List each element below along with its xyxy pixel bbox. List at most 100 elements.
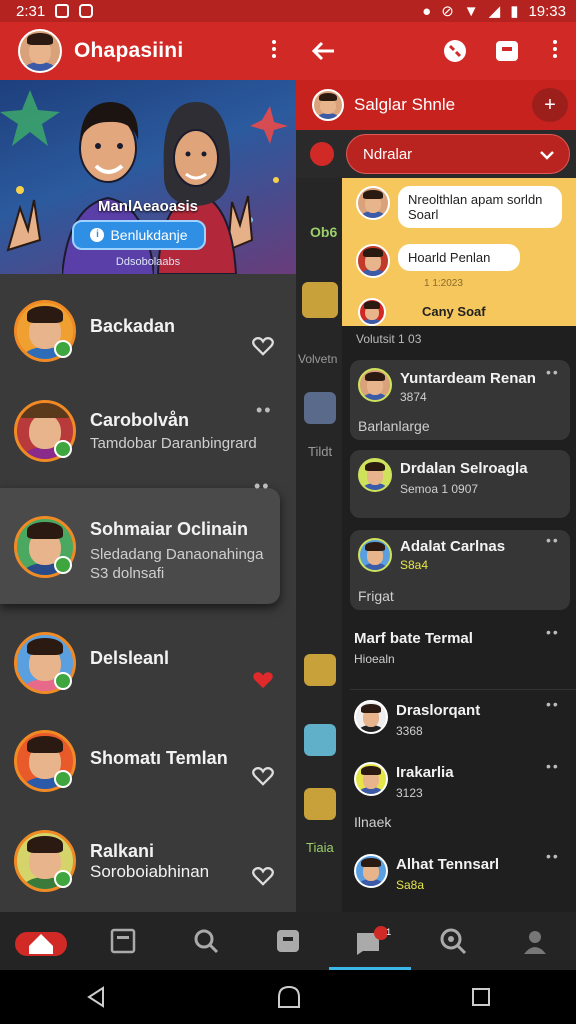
message-avatar <box>356 244 390 278</box>
conversation-item[interactable]: Marf bate Termal Hioealn •• <box>350 620 576 690</box>
favorite-outline-icon[interactable] <box>252 766 274 786</box>
nav-search[interactable] <box>165 912 247 970</box>
home-icon <box>15 932 68 956</box>
bottom-navigation: 1 <box>0 912 576 970</box>
profile-icon <box>523 931 546 954</box>
item-avatar <box>354 854 388 888</box>
filter-dropdown[interactable]: Ndralar <box>346 134 570 174</box>
lock-icon[interactable] <box>310 142 334 166</box>
conversation-card[interactable]: Drdalan Selroagla Semoa 1 0907 <box>350 450 570 518</box>
strip-label: Ob6 <box>310 224 338 240</box>
conversation-card[interactable]: Adalat Carlnas S8a4 Frigat •• <box>350 530 570 610</box>
card-extra: Barlanlarge <box>358 418 430 434</box>
add-member-button[interactable]: + <box>532 88 568 122</box>
favorite-outline-icon[interactable] <box>252 866 274 886</box>
banner-cta-button[interactable]: i Benlukdanje <box>72 220 206 250</box>
news-icon <box>111 928 136 954</box>
gallery-icon <box>55 4 70 18</box>
left-panel-title: Ohapasiini <box>74 39 184 62</box>
menu-kebab-icon[interactable] <box>272 40 276 61</box>
contact-item-selected[interactable]: Sohmaiar Oclinain Sledadang Danaonahinga… <box>0 512 296 582</box>
message-bubble[interactable]: Cany Soaf <box>412 298 524 325</box>
strip-label: Tildt <box>308 444 333 459</box>
highlighted-conversation[interactable]: Nreolthlan apam sorldn Soarl Hoarld Penl… <box>342 178 576 326</box>
contact-subtitle: Tamdobar Daranbingrard <box>90 435 257 452</box>
item-extra: Ilnaek <box>354 814 392 830</box>
saved-icon[interactable] <box>494 39 520 63</box>
contact-subtitle-2: S3 dolnsafi <box>90 564 165 582</box>
filter-dropdown-label: Ndralar <box>363 145 413 163</box>
chevron-down-icon <box>540 151 554 160</box>
contact-item[interactable]: Ralkani Soroboiabhinan <box>0 826 296 896</box>
nav-chat[interactable]: 1 <box>329 912 412 970</box>
nav-home[interactable] <box>0 912 82 970</box>
nav-explore[interactable] <box>411 912 493 970</box>
more-dots-icon[interactable]: •• <box>546 624 560 640</box>
search-icon <box>194 929 218 954</box>
conversation-item[interactable]: Draslorqant 3368 •• <box>350 692 576 754</box>
promo-banner[interactable]: ManlAeaoasis i Benlukdanje Ddsobolaabs <box>0 80 296 274</box>
nav-saved[interactable] <box>247 912 329 970</box>
contact-name: Shomatı Temlan <box>90 747 228 768</box>
right-panel: Salglar Shnle + Ndralar Ob6 Volvetn Tild… <box>296 22 576 912</box>
more-dots-icon[interactable]: •• <box>546 532 560 548</box>
contact-name: Ralkani <box>90 840 155 861</box>
contact-name: Sohmaiar Oclinain <box>90 518 249 539</box>
chat-avatar[interactable] <box>312 89 344 121</box>
message-bubble[interactable]: Hoarld Penlan <box>398 244 520 271</box>
more-dots-icon[interactable]: •• <box>256 400 273 421</box>
battery-icon: ▮ <box>510 3 519 20</box>
card-avatar <box>358 538 392 572</box>
chat-icon <box>357 925 388 955</box>
contact-item[interactable]: Backadan <box>0 296 296 366</box>
more-dots-icon[interactable]: •• <box>546 696 560 712</box>
more-dots-icon[interactable]: •• <box>546 848 560 864</box>
contact-item[interactable]: Carobolvån Tamdobar Daranbingrard •• <box>0 396 296 466</box>
favorite-outline-icon[interactable] <box>252 336 274 356</box>
nav-profile[interactable] <box>494 912 576 970</box>
online-status-icon <box>54 556 72 574</box>
card-avatar <box>358 458 392 492</box>
contact-item[interactable]: Shomatı Temlan <box>0 726 296 796</box>
favorite-filled-icon[interactable] <box>252 670 274 690</box>
card-subtitle: S8a4 <box>400 558 429 572</box>
do-not-disturb-icon: ⊘ <box>441 3 454 20</box>
back-arrow-icon[interactable] <box>310 40 336 62</box>
more-dots-icon[interactable]: •• <box>546 758 560 774</box>
message-time: 1 1:2023 <box>424 278 463 289</box>
profile-avatar[interactable] <box>18 29 62 73</box>
online-status-icon <box>54 440 72 458</box>
home-circle-icon[interactable] <box>277 985 301 1009</box>
more-dots-icon[interactable]: •• <box>546 364 560 380</box>
item-subtitle: Hioealn <box>354 652 395 666</box>
back-triangle-icon[interactable] <box>85 986 107 1008</box>
recents-square-icon[interactable] <box>471 987 491 1007</box>
online-status-icon <box>54 770 72 788</box>
contact-subtitle: Sledadang Danaonahinga <box>90 545 264 563</box>
conversation-card[interactable]: Yuntardeam Renan 3874 Barlanlarge •• <box>350 360 570 440</box>
strip-avatar[interactable] <box>304 392 336 424</box>
menu-kebab-icon[interactable] <box>553 40 557 61</box>
strip-avatar[interactable] <box>302 282 338 318</box>
strip-avatar[interactable] <box>304 654 336 686</box>
message-bubble[interactable]: Nreolthlan apam sorldn Soarl <box>398 186 562 228</box>
strip-avatar[interactable] <box>304 788 336 820</box>
more-dots-icon[interactable]: •• <box>254 476 271 497</box>
section-label: Volutsit 1 03 <box>356 332 422 346</box>
item-title: Irakarlia <box>396 764 454 781</box>
conversation-item[interactable]: Irakarlia 3123 Ilnaek •• <box>350 756 576 848</box>
wifi-icon: ▼ <box>463 2 479 20</box>
strip-avatar[interactable] <box>304 724 336 756</box>
call-icon[interactable] <box>442 38 468 64</box>
alarm-icon: ● <box>422 2 432 20</box>
contact-item[interactable]: Delsleanl <box>0 628 296 698</box>
contact-name: Delsleanl <box>90 647 170 668</box>
chat-badge: 1 <box>386 927 392 937</box>
conversation-item[interactable]: Alhat Tennsarl Sa8a •• <box>350 848 576 910</box>
right-header <box>296 22 576 80</box>
system-navigation-bar <box>0 970 576 1024</box>
status-time-right: 19:33 <box>528 2 566 20</box>
left-header: Ohapasiini <box>0 22 296 80</box>
nav-news[interactable] <box>82 912 164 970</box>
item-title: Draslorqant <box>396 702 481 719</box>
